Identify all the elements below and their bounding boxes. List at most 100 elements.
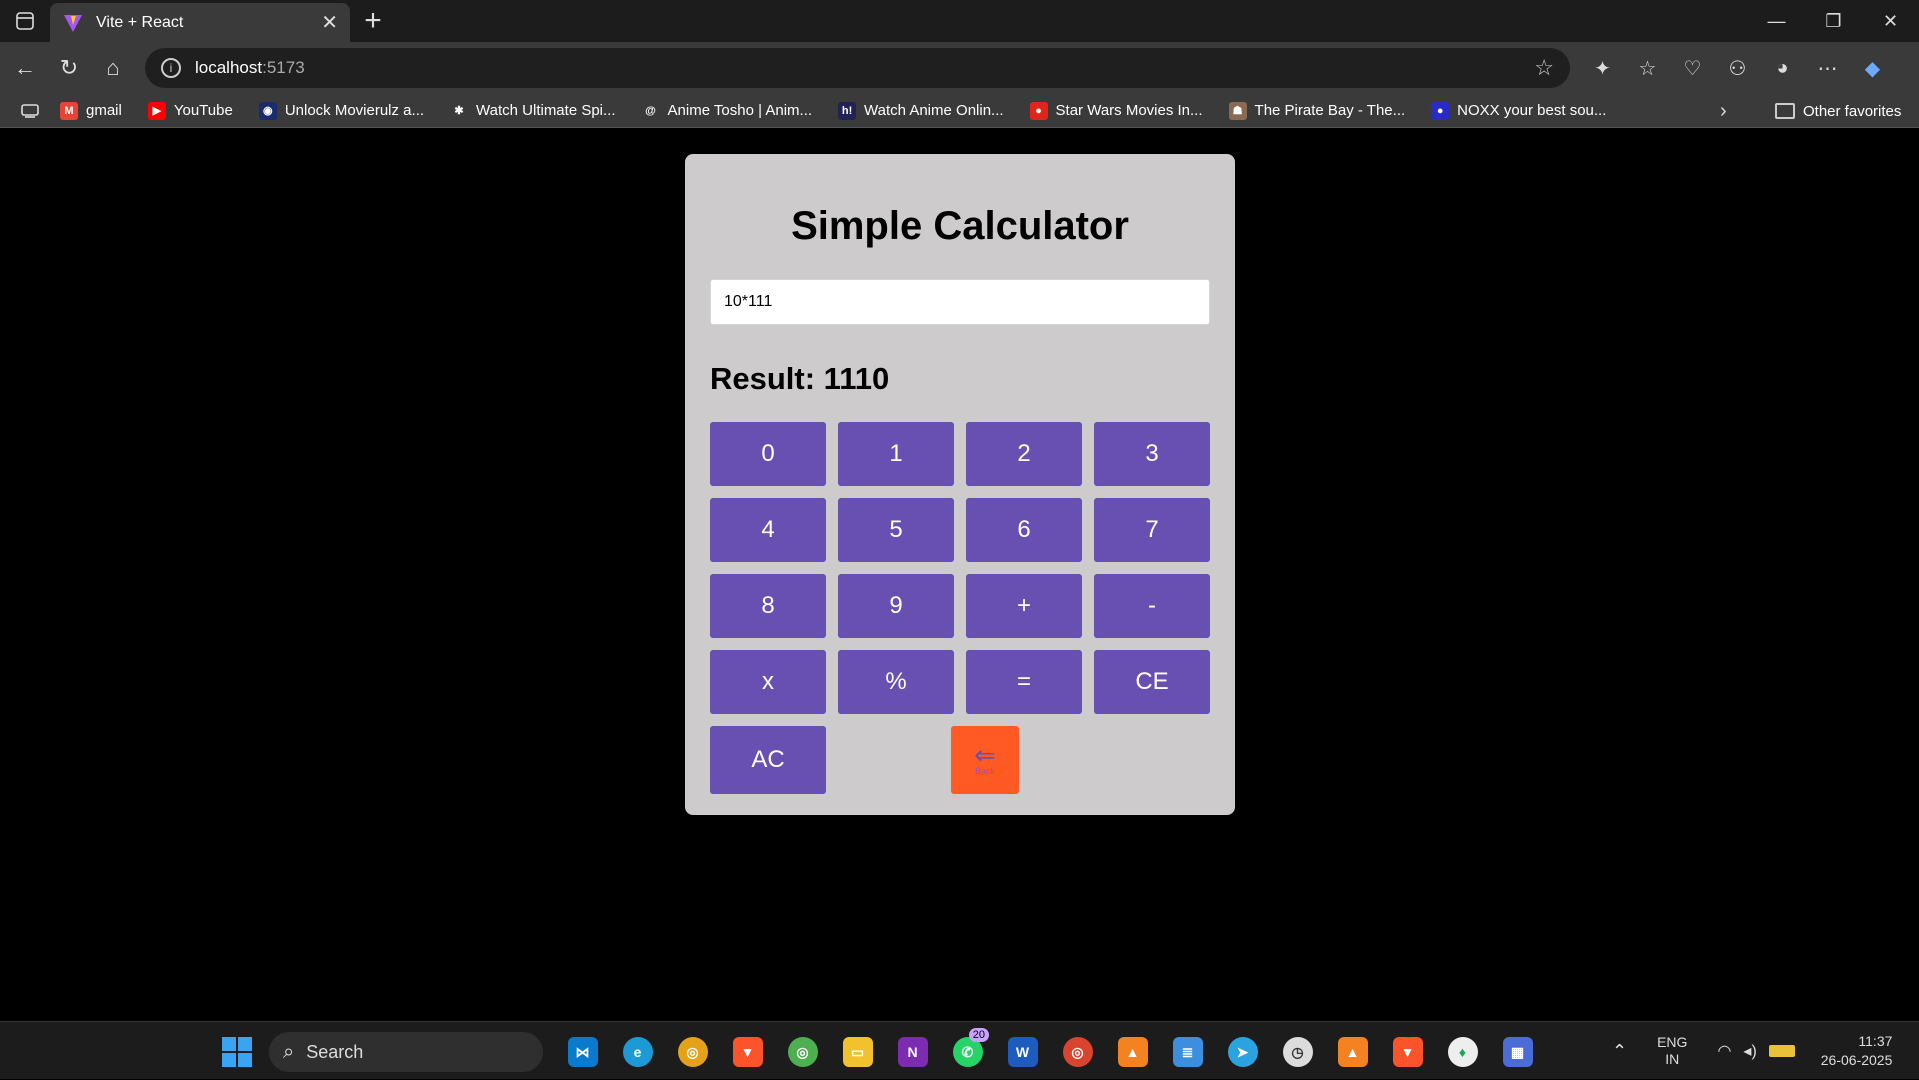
bookmark-item[interactable]: h! Watch Anime Onlin...	[838, 101, 1004, 120]
bookmark-item[interactable]: Mgmail	[60, 101, 122, 120]
address-bar[interactable]: i localhost:5173 ☆	[145, 48, 1570, 88]
tab-title: Vite + React	[96, 13, 184, 31]
health-icon[interactable]: ♡	[1670, 46, 1715, 90]
browser-tab[interactable]: Vite + React ✕	[50, 3, 350, 42]
bookmark-label: Star Wars Movies In...	[1055, 102, 1203, 119]
vscode-icon[interactable]: ⋈	[555, 1030, 610, 1074]
brave-alt-icon[interactable]: ▼	[1380, 1030, 1435, 1074]
digit-9-button[interactable]: 9	[838, 574, 954, 638]
bookmark-label: NOXX your best sou...	[1457, 102, 1607, 119]
bookmark-item[interactable]: ● Star Wars Movies In...	[1029, 101, 1203, 120]
region-code: IN	[1665, 1051, 1680, 1067]
calculator-app-icon[interactable]: ▦	[1490, 1030, 1545, 1074]
site-info-icon[interactable]: i	[161, 58, 181, 78]
tomato-icon: ●	[1029, 101, 1048, 120]
vlc-icon[interactable]: ▲	[1105, 1030, 1160, 1074]
onenote-icon[interactable]: N	[885, 1030, 940, 1074]
chevron-right-icon[interactable]: ›	[1720, 94, 1727, 128]
whatsapp-icon[interactable]: ✆ 20	[940, 1028, 995, 1074]
digit-5-button[interactable]: 5	[838, 498, 954, 562]
expression-input[interactable]	[710, 279, 1210, 325]
extensions-icon[interactable]: ✦	[1580, 46, 1625, 90]
clock[interactable]: 11:37 26-06-2025	[1821, 1032, 1893, 1070]
edge-icon[interactable]: e	[610, 1030, 665, 1074]
bookmark-item[interactable]: ✱ Watch Ultimate Spi...	[450, 101, 616, 120]
whatsapp-badge: 20	[968, 1028, 989, 1042]
battery-icon[interactable]	[1768, 1045, 1795, 1057]
chrome-alt-icon[interactable]: ◎	[1050, 1030, 1105, 1074]
close-tab-icon[interactable]: ✕	[321, 10, 338, 35]
other-favorites[interactable]: Other favorites	[1775, 94, 1901, 128]
window-controls: — ❐ ✕	[1748, 0, 1919, 42]
brave-icon[interactable]: ▼	[720, 1030, 775, 1074]
close-window-icon[interactable]: ✕	[1862, 0, 1919, 42]
favorites-icon[interactable]: ☆	[1625, 46, 1670, 90]
more-menu-icon[interactable]: ⋯	[1805, 46, 1850, 90]
digit-0-button[interactable]: 0	[710, 422, 826, 486]
digit-6-button[interactable]: 6	[966, 498, 1082, 562]
hianime-icon: h!	[838, 101, 857, 120]
bookmark-item[interactable]: ● NOXX your best sou...	[1431, 101, 1607, 120]
digit-2-button[interactable]: 2	[966, 422, 1082, 486]
all-clear-button[interactable]: AC	[710, 726, 826, 794]
sidebar-icon	[16, 12, 34, 30]
bookmark-item[interactable]: @ Anime Tosho | Anim...	[641, 101, 812, 120]
tab-bar: Vite + React ✕ + — ❐ ✕	[0, 0, 1919, 42]
at-icon: @	[641, 101, 660, 120]
digit-4-button[interactable]: 4	[710, 498, 826, 562]
file-explorer-icon[interactable]: ▭	[830, 1030, 885, 1074]
new-tab-icon[interactable]: +	[358, 4, 388, 38]
backspace-button[interactable]: ⇐ Back	[951, 726, 1019, 794]
clear-entry-button[interactable]: CE	[1094, 650, 1210, 714]
calculator-title: Simple Calculator	[791, 204, 1129, 248]
bookmark-item[interactable]: ▶ YouTube	[147, 101, 233, 120]
browser-toolbar: ← ↻ ⌂ i localhost:5173 ☆ ✦ ☆ ♡ ⚇ ◕ ⋯ ◆	[0, 42, 1919, 94]
clock-date: 26-06-2025	[1820, 1052, 1893, 1068]
minimize-icon[interactable]: —	[1748, 0, 1805, 42]
favorite-star-icon[interactable]: ☆	[1534, 55, 1554, 81]
profile-avatar[interactable]: ◕	[1760, 46, 1805, 90]
bookmark-item[interactable]: ◉ Unlock Movierulz a...	[258, 101, 425, 120]
chevron-up-icon[interactable]: ⌃	[1612, 1041, 1627, 1062]
windows-start-icon[interactable]	[222, 1037, 252, 1067]
language-indicator[interactable]: ENG IN	[1657, 1034, 1687, 1068]
tab-actions-button[interactable]	[0, 0, 50, 42]
percent-button[interactable]: %	[838, 650, 954, 714]
clock-app-icon[interactable]: ◷	[1270, 1030, 1325, 1074]
back-arrow-icon[interactable]: ←	[3, 46, 47, 90]
share-icon[interactable]: ⚇	[1715, 46, 1760, 90]
taskbar-search[interactable]: ⌕ Search	[269, 1032, 543, 1072]
chrome-icon[interactable]: ◎	[775, 1030, 830, 1074]
restore-icon[interactable]: ❐	[1805, 0, 1862, 42]
copilot-icon[interactable]: ◆	[1850, 46, 1895, 90]
collections-icon[interactable]	[0, 103, 60, 118]
url-text[interactable]: localhost:5173	[195, 58, 1534, 78]
telegram-icon[interactable]: ➤	[1215, 1030, 1270, 1074]
bookmark-label: The Pirate Bay - The...	[1254, 102, 1406, 119]
spider-icon: ✱	[450, 101, 469, 120]
bookmark-label: Unlock Movierulz a...	[284, 102, 425, 119]
volume-icon[interactable]: ◂)	[1743, 1041, 1756, 1061]
mongodb-icon[interactable]: ♦	[1435, 1030, 1490, 1074]
digit-7-button[interactable]: 7	[1094, 498, 1210, 562]
equals-button[interactable]: =	[966, 650, 1082, 714]
vite-icon	[62, 12, 84, 34]
digit-3-button[interactable]: 3	[1094, 422, 1210, 486]
digit-8-button[interactable]: 8	[710, 574, 826, 638]
bookmark-label: Watch Ultimate Spi...	[476, 102, 616, 119]
notepad-icon[interactable]: ≣	[1160, 1030, 1215, 1074]
digit-1-button[interactable]: 1	[838, 422, 954, 486]
wifi-icon[interactable]: ◠	[1717, 1041, 1731, 1061]
chrome-profile-icon[interactable]: ◎	[665, 1030, 720, 1074]
bookmark-item[interactable]: ☗ The Pirate Bay - The...	[1228, 101, 1406, 120]
back-arrow-icon: ⇐	[974, 740, 996, 770]
plus-button[interactable]: +	[966, 574, 1082, 638]
home-icon[interactable]: ⌂	[91, 46, 135, 90]
minus-button[interactable]: -	[1094, 574, 1210, 638]
reload-icon[interactable]: ↻	[47, 46, 91, 90]
vlc-alt-icon[interactable]: ▲	[1325, 1030, 1380, 1074]
bookmarks-bar: Mgmail ▶ YouTube ◉ Unlock Movierulz a... ✱ Wat…	[0, 94, 1919, 128]
clock-time: 11:37	[1858, 1033, 1893, 1049]
multiply-button[interactable]: x	[710, 650, 826, 714]
word-icon[interactable]: W	[995, 1030, 1050, 1074]
